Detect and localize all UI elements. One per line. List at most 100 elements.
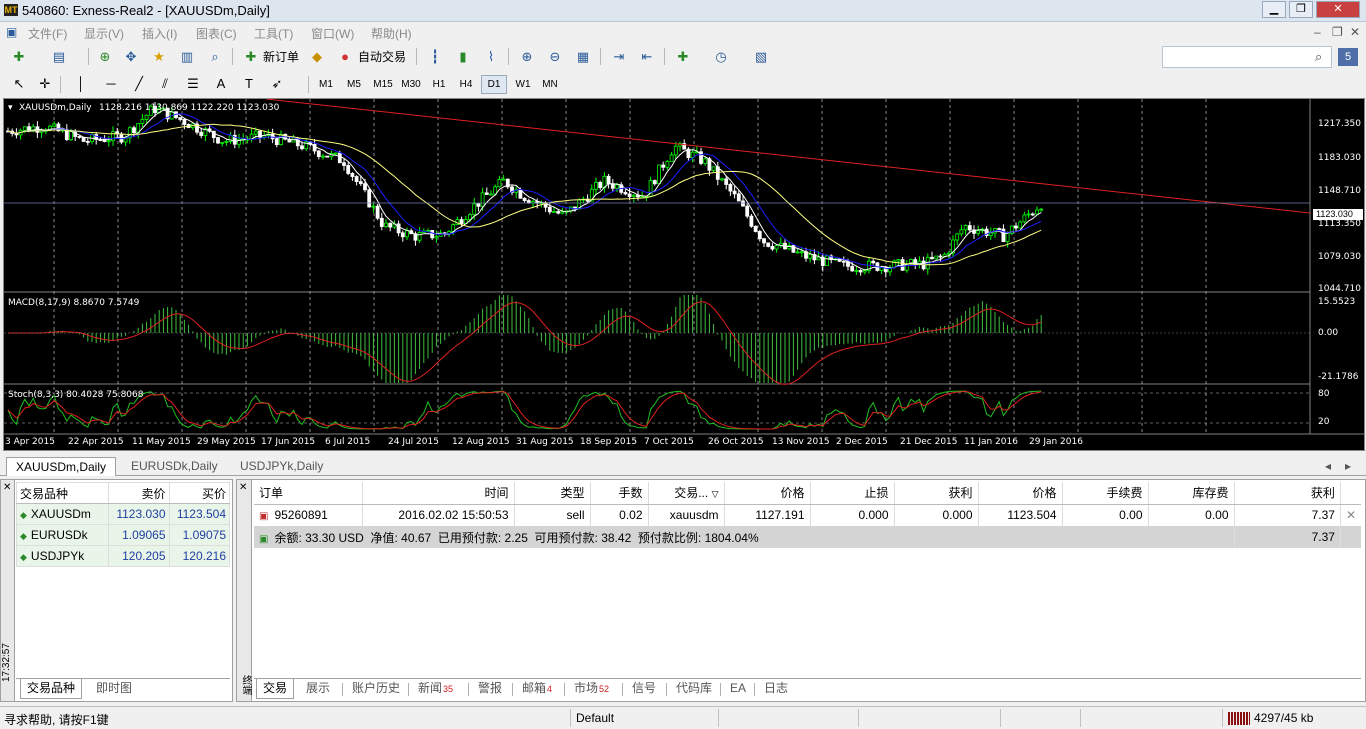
close-icon[interactable]: ✕ <box>239 482 247 493</box>
candlestick-icon[interactable]: ▮ <box>452 46 474 68</box>
chart-tab-eurusdk[interactable]: EURUSDk,Daily <box>122 457 227 476</box>
tab-mailbox[interactable]: 邮箱4 <box>516 679 558 699</box>
vertical-line-icon[interactable]: │ <box>70 73 92 95</box>
child-close-button[interactable]: ✕ <box>1350 25 1360 39</box>
timeframe-h1[interactable]: H1 <box>427 75 451 94</box>
menu-charts[interactable]: 图表(C) <box>196 25 237 42</box>
price-chart[interactable] <box>4 99 1364 450</box>
templates-icon[interactable]: ▧ <box>750 46 772 68</box>
order-row[interactable]: ▣ 95260891 2016.02.02 15:50:53 sell 0.02 … <box>254 504 1361 526</box>
menu-view[interactable]: 显示(V) <box>84 25 124 42</box>
text-icon[interactable]: A <box>210 73 232 95</box>
close-button[interactable]: ✕ <box>1316 1 1360 18</box>
text-label-icon[interactable]: T <box>238 73 260 95</box>
table-row[interactable]: ◆ XAUUSDm 1123.030 1123.504 <box>16 503 230 525</box>
navigator-icon[interactable]: ★ <box>148 46 170 68</box>
column-commission[interactable]: 手续费 <box>1062 482 1149 505</box>
timeframe-h4[interactable]: H4 <box>454 75 478 94</box>
column-bid[interactable]: 卖价 <box>108 482 170 504</box>
chart-shift-icon[interactable]: ⇥ <box>608 46 630 68</box>
menu-window[interactable]: 窗口(W) <box>311 25 354 42</box>
metaeditor-icon[interactable]: ◆ <box>306 46 328 68</box>
tab-signals[interactable]: 信号 <box>626 679 662 699</box>
tab-experts[interactable]: EA <box>724 679 752 699</box>
column-current-price[interactable]: 价格 <box>978 482 1063 505</box>
new-order-button[interactable]: 新订单 <box>260 46 302 68</box>
status-profile[interactable]: Default <box>576 711 614 725</box>
terminal-icon[interactable]: ▥ <box>176 46 198 68</box>
strategy-tester-icon[interactable]: ⌕ <box>204 46 226 68</box>
fibonacci-icon[interactable]: ☰ <box>182 73 204 95</box>
bar-chart-icon[interactable]: ┇ <box>424 46 446 68</box>
menu-insert[interactable]: 插入(I) <box>142 25 177 42</box>
line-chart-icon[interactable]: ⌇ <box>480 46 502 68</box>
timeframe-w1[interactable]: W1 <box>511 75 535 94</box>
child-minimize-button[interactable]: – <box>1314 25 1321 39</box>
equidistant-channel-icon[interactable]: ⫽ <box>154 73 176 95</box>
auto-scroll-icon[interactable]: ⇤ <box>636 46 658 68</box>
column-symbol[interactable]: 交易品种 <box>16 482 109 504</box>
tab-tick-chart[interactable]: 即时图 <box>90 679 138 699</box>
menu-file[interactable]: 文件(F) <box>28 25 67 42</box>
tile-windows-icon[interactable]: ▦ <box>572 46 594 68</box>
minimize-button[interactable]: ▁ <box>1262 1 1286 18</box>
tab-news[interactable]: 新闻35 <box>412 679 459 699</box>
trendline-icon[interactable]: ╱ <box>128 73 150 95</box>
column-time[interactable]: 时间 <box>362 482 515 505</box>
menu-tools[interactable]: 工具(T) <box>254 25 293 42</box>
horizontal-line-icon[interactable]: ─ <box>100 73 122 95</box>
tab-exposure[interactable]: 展示 <box>300 679 336 699</box>
tab-symbols[interactable]: 交易品种 <box>20 679 83 699</box>
maximize-button[interactable]: ❐ <box>1289 1 1313 18</box>
timeframe-m15[interactable]: M15 <box>369 75 397 94</box>
child-restore-button[interactable]: ❐ <box>1332 25 1343 39</box>
column-order[interactable]: 订单 <box>254 482 363 505</box>
new-order-icon[interactable]: ✚ <box>240 46 262 68</box>
tab-scroll-left-icon[interactable]: ◂ <box>1325 457 1331 476</box>
market-watch-icon[interactable]: ⊕ <box>94 46 116 68</box>
chart-tab-usdjpyk[interactable]: USDJPYk,Daily <box>231 457 332 476</box>
indicators-icon[interactable]: ✚ <box>672 46 694 68</box>
table-row[interactable]: ◆ EURUSDk 1.09065 1.09075 <box>16 524 230 546</box>
tab-alerts[interactable]: 警报 <box>472 679 508 699</box>
menu-help[interactable]: 帮助(H) <box>371 25 412 42</box>
chart-tab-xauusdm[interactable]: XAUUSDm,Daily <box>6 457 117 476</box>
auto-trade-button[interactable]: 自动交易 <box>356 46 408 68</box>
new-chart-icon[interactable]: ✚ <box>8 46 30 68</box>
timeframe-m30[interactable]: M30 <box>397 75 425 94</box>
connection-status-icon[interactable] <box>1228 712 1250 725</box>
search-input[interactable] <box>1162 46 1332 68</box>
close-order-icon[interactable]: ✕ <box>1340 504 1361 526</box>
column-symbol[interactable]: 交易... ▽ <box>648 482 725 505</box>
column-ask[interactable]: 买价 <box>168 482 230 504</box>
close-icon[interactable]: ✕ <box>3 482 11 493</box>
tab-scroll-right-icon[interactable]: ▸ <box>1345 457 1351 476</box>
tab-trade[interactable]: 交易 <box>256 679 295 699</box>
tab-market[interactable]: 市场52 <box>568 679 615 699</box>
column-type[interactable]: 类型 <box>514 482 591 505</box>
timeframe-d1[interactable]: D1 <box>481 75 507 94</box>
cursor-icon[interactable]: ↖ <box>8 73 30 95</box>
chart-window[interactable]: ▾ XAUUSDm,Daily 1128.216 1130.869 1122.2… <box>3 98 1365 451</box>
column-profit[interactable]: 获利 <box>1234 482 1341 505</box>
search-icon[interactable]: ⌕ <box>1315 49 1322 65</box>
tab-journal[interactable]: 日志 <box>758 679 794 699</box>
tab-code-base[interactable]: 代码库 <box>670 679 718 699</box>
profiles-icon[interactable]: ▤ <box>48 46 70 68</box>
timeframe-m5[interactable]: M5 <box>342 75 366 94</box>
timeframe-mn[interactable]: MN <box>538 75 562 94</box>
column-swap[interactable]: 库存费 <box>1148 482 1235 505</box>
zoom-in-icon[interactable]: ⊕ <box>516 46 538 68</box>
column-lots[interactable]: 手数 <box>590 482 649 505</box>
data-window-icon[interactable]: ✥ <box>120 46 142 68</box>
zoom-out-icon[interactable]: ⊖ <box>544 46 566 68</box>
mail-icon[interactable]: 5 <box>1338 48 1358 66</box>
tab-account-history[interactable]: 账户历史 <box>346 679 406 699</box>
crosshair-icon[interactable]: ✛ <box>34 73 56 95</box>
timeframe-m1[interactable]: M1 <box>314 75 338 94</box>
table-row[interactable]: ◆ USDJPYk 120.205 120.216 <box>16 545 230 567</box>
periods-icon[interactable]: ◷ <box>710 46 732 68</box>
auto-trade-icon[interactable]: ● <box>334 46 356 68</box>
column-tp[interactable]: 获利 <box>894 482 979 505</box>
arrows-icon[interactable]: ➶ <box>266 73 288 95</box>
